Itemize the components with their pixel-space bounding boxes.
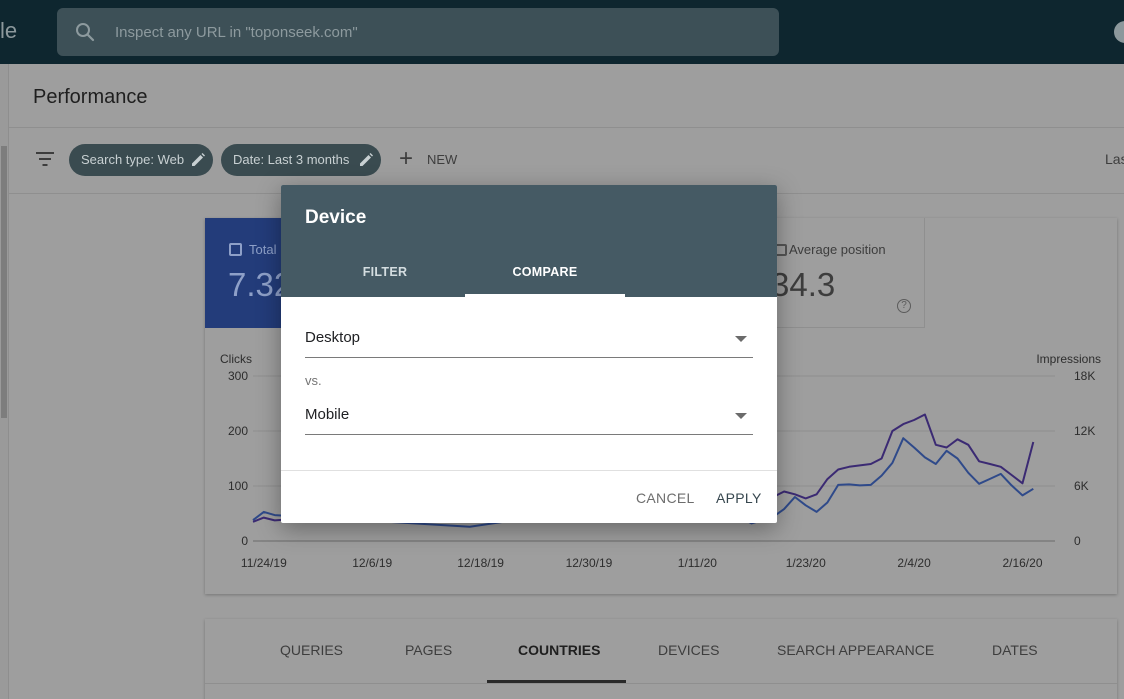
y-right-tick-label: 0 — [1074, 534, 1081, 548]
first-device-value: Desktop — [305, 329, 361, 346]
dialog-title: Device — [305, 207, 367, 228]
first-device-select[interactable]: Desktop — [305, 318, 753, 358]
x-tick-label: 2/4/20 — [897, 556, 931, 570]
x-tick-label: 2/16/20 — [1002, 556, 1042, 570]
tab-devices[interactable]: DEVICES — [658, 642, 719, 658]
x-tick-labels: 11/24/19 12/6/19 12/18/19 12/30/19 1/11/20 1/… — [241, 556, 1043, 570]
dialog-divider — [281, 470, 777, 471]
y-right-axis-label: Impressions — [1036, 352, 1101, 366]
top-bar: le — [0, 0, 1124, 64]
tabs-divider — [205, 683, 1117, 684]
y-left-axis-label: Clicks — [220, 352, 252, 366]
y-right-tick-label: 6K — [1074, 479, 1089, 493]
new-filter-label: NEW — [427, 152, 458, 167]
page-header: Performance — [9, 64, 1124, 128]
filter-icon[interactable] — [36, 152, 54, 166]
y-right-tick-label: 12K — [1074, 424, 1095, 438]
edit-pencil-icon[interactable] — [359, 153, 373, 167]
tab-compare[interactable]: COMPARE — [465, 265, 625, 279]
date-range-chip-label: Date: Last 3 months — [233, 152, 350, 167]
y-left-tick-label: 0 — [241, 534, 248, 548]
compare-tab-indicator — [465, 294, 625, 297]
url-inspect-search[interactable] — [57, 8, 779, 56]
product-logo[interactable]: le — [0, 18, 17, 44]
y-left-tick-labels: 0 100 200 300 — [228, 369, 248, 548]
page-title: Performance — [33, 86, 148, 108]
x-tick-label: 1/23/20 — [786, 556, 826, 570]
url-inspect-input[interactable] — [115, 8, 765, 56]
tab-countries[interactable]: COUNTRIES — [518, 642, 600, 658]
x-tick-label: 12/6/19 — [352, 556, 392, 570]
date-range-chip[interactable]: Date: Last 3 months — [221, 144, 381, 176]
dropdown-arrow-icon — [735, 336, 747, 342]
plus-icon: + — [399, 145, 414, 172]
y-left-tick-label: 200 — [228, 424, 248, 438]
apply-button[interactable]: APPLY — [716, 490, 762, 506]
tab-pages[interactable]: PAGES — [405, 642, 452, 658]
y-right-tick-label: 18K — [1074, 369, 1095, 383]
dimension-tabs-card: QUERIES PAGES COUNTRIES DEVICES SEARCH A… — [205, 619, 1117, 699]
x-tick-label: 12/18/19 — [457, 556, 504, 570]
x-tick-label: 1/11/20 — [678, 556, 717, 570]
tab-search-appearance[interactable]: SEARCH APPEARANCE — [777, 642, 934, 658]
search-type-chip[interactable]: Search type: Web — [69, 144, 213, 176]
help-icon[interactable] — [1114, 21, 1124, 43]
x-tick-label: 11/24/19 — [241, 556, 287, 570]
edit-pencil-icon[interactable] — [191, 153, 205, 167]
search-icon — [76, 23, 95, 42]
x-tick-label: 12/30/19 — [566, 556, 613, 570]
nav-scrollbar[interactable] — [1, 146, 7, 418]
tab-filter[interactable]: FILTER — [305, 265, 465, 279]
y-left-tick-label: 100 — [228, 479, 248, 493]
search-type-chip-label: Search type: Web — [81, 152, 185, 167]
second-device-select[interactable]: Mobile — [305, 395, 753, 435]
y-left-tick-label: 300 — [228, 369, 248, 383]
tab-queries[interactable]: QUERIES — [280, 642, 343, 658]
cancel-button[interactable]: CANCEL — [636, 490, 695, 506]
second-device-value: Mobile — [305, 406, 350, 423]
last-updated-text: Las — [1105, 151, 1124, 167]
dialog-header: Device FILTER COMPARE — [281, 185, 777, 297]
y-right-tick-labels: 0 6K 12K 18K — [1074, 369, 1095, 548]
dropdown-arrow-icon — [735, 413, 747, 419]
left-navigation-rail — [0, 64, 9, 699]
device-dialog: Device FILTER COMPARE Desktop vs. Mobile… — [281, 185, 777, 523]
new-filter-button[interactable]: + NEW — [397, 144, 457, 176]
tab-dates[interactable]: DATES — [992, 642, 1038, 658]
versus-label: vs. — [305, 373, 322, 388]
